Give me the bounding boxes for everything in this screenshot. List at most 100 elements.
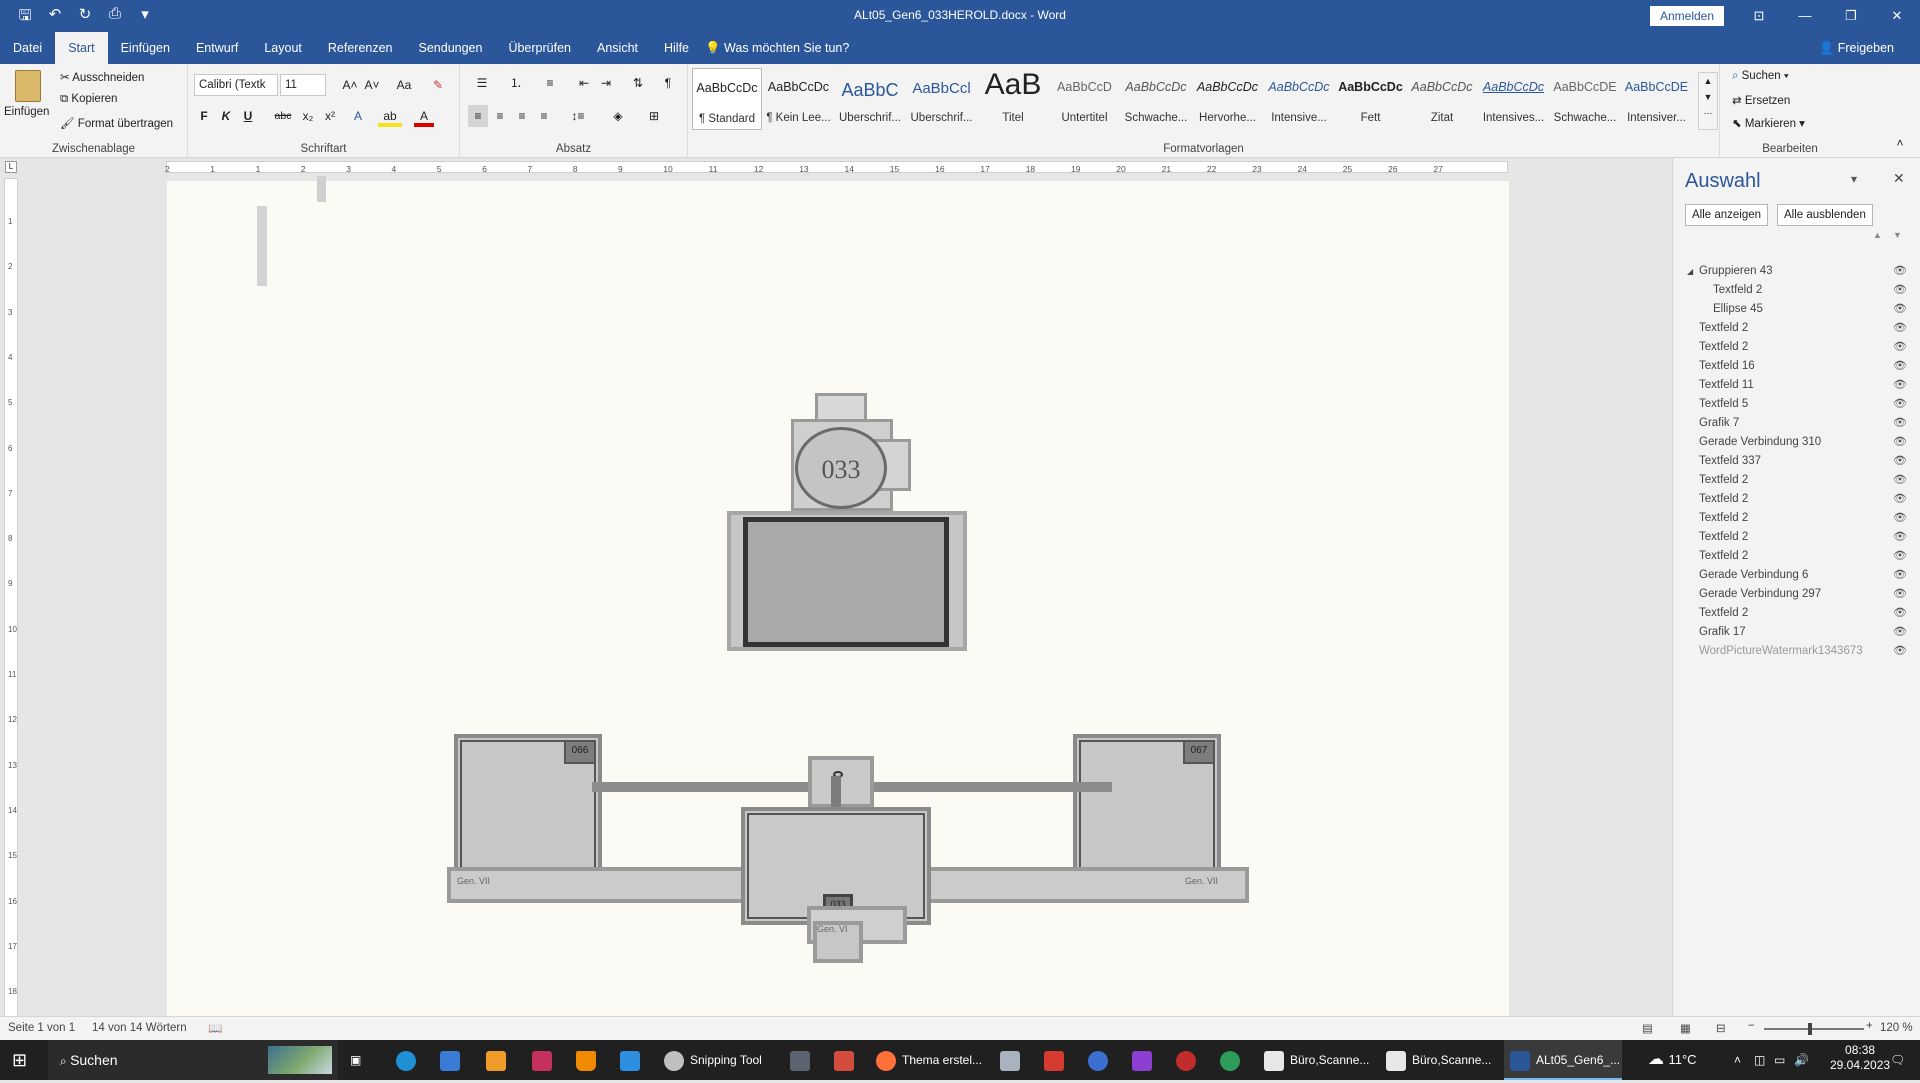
purple-app-icon[interactable] (1132, 1040, 1158, 1080)
visibility-eye-icon[interactable]: 👁 (1893, 452, 1907, 471)
text-effects-button[interactable]: A (348, 105, 368, 127)
style-item[interactable]: AaBbCcDc Intensives... (1479, 68, 1549, 130)
video-app-icon[interactable] (1088, 1040, 1114, 1080)
decrease-indent-icon[interactable]: ⇤ (574, 72, 594, 94)
show-all-button[interactable]: Alle anzeigen (1685, 204, 1769, 226)
font-color-button[interactable]: A (414, 105, 434, 127)
tab-selector-icon[interactable]: L (5, 161, 17, 173)
visibility-eye-icon[interactable]: 👁 (1893, 528, 1907, 547)
pane-close-icon[interactable]: ✕ (1893, 170, 1905, 187)
font-name-select[interactable]: Calibri (Textk (194, 74, 278, 96)
tab-start[interactable]: Start (55, 32, 108, 64)
style-item[interactable]: AaBbCcDc Zitat (1407, 68, 1477, 130)
style-item[interactable]: AaBbCcl Überschrif... (907, 68, 977, 130)
document-page[interactable]: 033 066 067 Gen. VII Gen. VII 033 Gen. V… (167, 176, 1509, 1016)
page-count[interactable]: Seite 1 von 1 (8, 1022, 75, 1034)
italic-button[interactable]: K (216, 105, 236, 127)
selection-item[interactable]: Gerade Verbindung 297 👁 (1673, 585, 1920, 604)
format-painter-button[interactable]: 🖌 Format übertragen (60, 116, 173, 130)
firefox-button[interactable]: Thema erstel... (876, 1040, 982, 1080)
horizontal-ruler[interactable]: L 2 1 1 2 3 4 5 6 7 8 9 10 11 12 13 14 15 16 17 18 19 20 21 22 2… (0, 158, 1672, 176)
styles-scroll-icon[interactable]: ▲ ▼ ⋯ (1698, 72, 1718, 130)
selection-item[interactable]: Grafik 17 👁 (1673, 623, 1920, 642)
seal-ellipse[interactable]: 033 (795, 427, 887, 509)
subscript-button[interactable]: x₂ (298, 105, 318, 127)
send-backward-icon[interactable]: ▼ (1893, 230, 1902, 240)
word-count[interactable]: 14 von 14 Wörtern (92, 1022, 187, 1034)
proofing-icon[interactable]: 📖 (208, 1021, 222, 1035)
box-right-number[interactable]: 067 (1183, 740, 1215, 764)
justify-icon[interactable]: ≡ (534, 105, 554, 127)
visibility-eye-icon[interactable]: 👁 (1893, 604, 1907, 623)
style-item[interactable]: AaBbCcDc Hervorhe... (1193, 68, 1263, 130)
selection-item[interactable]: Textfeld 2 👁 (1673, 490, 1920, 509)
restore-icon[interactable]: ❐ (1828, 0, 1874, 32)
style-item[interactable]: AaBbCcD Untertitel (1050, 68, 1120, 130)
tab-einfügen[interactable]: Einfügen (108, 32, 183, 64)
visibility-eye-icon[interactable]: 👁 (1893, 281, 1907, 300)
selection-item[interactable]: Textfeld 2 👁 (1673, 319, 1920, 338)
read-mode-icon[interactable]: ▤ (1642, 1021, 1653, 1035)
tab-datei[interactable]: Datei (0, 32, 55, 64)
calculator-icon[interactable] (790, 1040, 816, 1080)
style-item[interactable]: AaBbCcDc Intensive... (1264, 68, 1334, 130)
select-button[interactable]: ⬉ Markieren ▾ (1732, 116, 1805, 130)
selection-item[interactable]: Grafik 7 👁 (1673, 414, 1920, 433)
multilevel-list-icon[interactable]: ≡ (536, 72, 564, 94)
visibility-eye-icon[interactable]: 👁 (1893, 490, 1907, 509)
minimize-icon[interactable]: — (1782, 0, 1828, 32)
scanner-icon[interactable] (1000, 1040, 1026, 1080)
visibility-eye-icon[interactable]: 👁 (1893, 395, 1907, 414)
align-center-icon[interactable]: ≡ (490, 105, 510, 127)
selection-item[interactable]: Textfeld 2 👁 (1673, 528, 1920, 547)
vertical-ruler[interactable]: 12345678910111213141516171819 (4, 178, 18, 1041)
visibility-eye-icon[interactable]: 👁 (1893, 585, 1907, 604)
selection-item[interactable]: WordPictureWatermark1343673 👁 (1673, 642, 1920, 661)
highlight-button[interactable]: ab (378, 105, 402, 127)
task-view-icon[interactable]: ▣ (350, 1040, 361, 1080)
tab-hilfe[interactable]: Hilfe (651, 32, 702, 64)
document-area[interactable]: 033 066 067 Gen. VII Gen. VII 033 Gen. V… (24, 176, 1672, 1016)
bring-forward-icon[interactable]: ▲ (1873, 230, 1882, 240)
style-item[interactable]: AaBbCcDE Schwache... (1550, 68, 1620, 130)
visibility-eye-icon[interactable]: 👁 (1893, 262, 1907, 281)
tab-überprüfen[interactable]: Überprüfen (495, 32, 584, 64)
box-left-number[interactable]: 066 (564, 740, 596, 764)
style-item[interactable]: AaBbCcDE Intensiver... (1622, 68, 1692, 130)
selection-item[interactable]: Gerade Verbindung 6 👁 (1673, 566, 1920, 585)
tab-referenzen[interactable]: Referenzen (315, 32, 406, 64)
style-item[interactable]: AaBbC Überschrif... (835, 68, 905, 130)
numbering-icon[interactable]: ⒈ (502, 72, 530, 94)
selection-item[interactable]: Textfeld 11 👁 (1673, 376, 1920, 395)
power-app-icon[interactable] (834, 1040, 860, 1080)
selection-item[interactable]: Textfeld 2 👁 (1673, 338, 1920, 357)
green-app-icon[interactable] (1220, 1040, 1246, 1080)
bold-button[interactable]: F (194, 105, 214, 127)
font-size-select[interactable]: 11 (280, 74, 326, 96)
edge-icon[interactable] (396, 1040, 422, 1080)
volume-icon[interactable]: 🔊 (1794, 1040, 1809, 1080)
tray-chevron-icon[interactable]: ˄ (1734, 1040, 1741, 1080)
style-item[interactable]: AaBbCcDc Schwache... (1121, 68, 1191, 130)
taskbar-search[interactable]: ⌕ Suchen (48, 1040, 338, 1080)
visibility-eye-icon[interactable]: 👁 (1893, 547, 1907, 566)
style-item[interactable]: AaB Titel (978, 68, 1048, 130)
close-icon[interactable]: ✕ (1874, 0, 1920, 32)
print-layout-icon[interactable]: ▦ (1680, 1021, 1691, 1035)
cut-button[interactable]: ✂ Ausschneiden (60, 70, 144, 84)
borders-icon[interactable]: ⊞ (640, 105, 668, 127)
selection-item[interactable]: Textfeld 2 👁 (1673, 471, 1920, 490)
selection-item[interactable]: Textfeld 2 👁 (1673, 509, 1920, 528)
selection-item[interactable]: Textfeld 5 👁 (1673, 395, 1920, 414)
zoom-slider-thumb[interactable] (1808, 1023, 1812, 1035)
vlc-icon[interactable] (576, 1040, 602, 1080)
tab-sendungen[interactable]: Sendungen (406, 32, 496, 64)
network-icon[interactable]: ▭ (1774, 1040, 1785, 1080)
share-button[interactable]: 👤 Freigeben (1819, 32, 1894, 64)
underline-button[interactable]: U (238, 105, 258, 127)
selection-item[interactable]: Gerade Verbindung 310 👁 (1673, 433, 1920, 452)
paste-button[interactable]: Einfügen (4, 70, 49, 132)
hide-all-button[interactable]: Alle ausblenden (1777, 204, 1873, 226)
snipping-tool-button[interactable]: Snipping Tool (664, 1040, 762, 1080)
replace-button[interactable]: ⇄ Ersetzen (1732, 93, 1790, 107)
